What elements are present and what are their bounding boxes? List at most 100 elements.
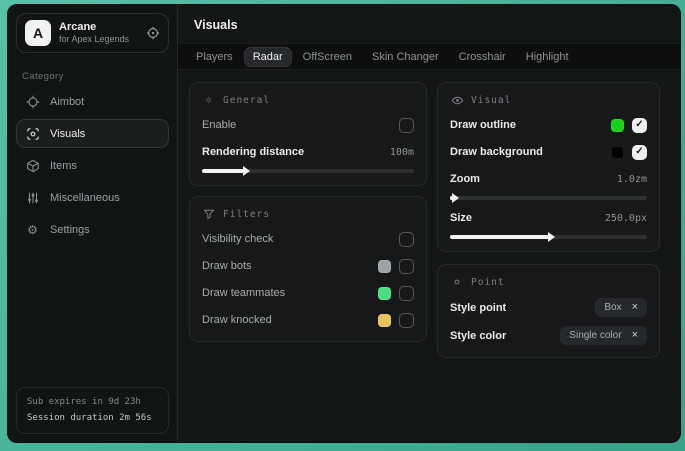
style-point-value: Box — [604, 302, 621, 313]
rendering-distance-label: Rendering distance — [202, 146, 304, 158]
sidebar-item-visuals[interactable]: Visuals — [16, 119, 169, 148]
draw-bots-checkbox[interactable] — [399, 259, 414, 274]
close-icon[interactable]: × — [632, 302, 638, 313]
slider-thumb[interactable] — [452, 193, 459, 203]
slider-fill — [450, 235, 549, 239]
draw-teammates-row: Draw teammates — [202, 284, 414, 302]
enable-label: Enable — [202, 119, 236, 131]
app-name: Arcane — [59, 21, 138, 35]
left-column: ☼ General Enable Rendering distance 100m — [189, 82, 427, 342]
slider-thumb[interactable] — [548, 232, 555, 242]
sidebar-item-label: Visuals — [50, 128, 85, 140]
app-subtitle: for Apex Legends — [59, 34, 138, 45]
visibility-check-label: Visibility check — [202, 233, 273, 245]
app-logo: A — [25, 20, 51, 46]
panel-title: Visual — [471, 95, 511, 106]
tab-players[interactable]: Players — [188, 48, 241, 66]
right-column: Visual Draw outline ✓ Draw background — [437, 82, 660, 358]
draw-outline-color-swatch[interactable] — [611, 119, 624, 132]
draw-knocked-checkbox[interactable] — [399, 313, 414, 328]
panel-title: Filters — [223, 209, 270, 220]
draw-knocked-row: Draw knocked — [202, 311, 414, 329]
check-icon: ✓ — [635, 120, 643, 130]
style-point-select[interactable]: Box × — [595, 298, 647, 317]
crosshair-icon — [25, 94, 40, 109]
funnel-icon — [202, 207, 216, 221]
point-panel-header: Point — [450, 275, 647, 289]
panels-area: ☼ General Enable Rendering distance 100m — [178, 70, 680, 370]
app-titles: Arcane for Apex Legends — [59, 21, 138, 46]
rendering-distance-row: Rendering distance 100m — [202, 143, 414, 161]
filters-panel: Filters Visibility check Draw bots — [189, 196, 427, 342]
slider-fill — [202, 169, 244, 173]
size-label: Size — [450, 212, 472, 224]
draw-bots-row: Draw bots — [202, 257, 414, 275]
size-value: 250.0px — [605, 213, 647, 224]
style-color-value: Single color — [569, 330, 621, 341]
filters-panel-header: Filters — [202, 207, 414, 221]
enable-row: Enable — [202, 116, 414, 134]
visual-panel-header: Visual — [450, 93, 647, 107]
draw-bots-color-swatch[interactable] — [378, 260, 391, 273]
app-window: A Arcane for Apex Legends Category — [7, 4, 681, 443]
draw-bots-label: Draw bots — [202, 260, 252, 272]
tab-crosshair[interactable]: Crosshair — [451, 48, 514, 66]
cube-icon — [25, 158, 40, 173]
page-title: Visuals — [178, 5, 680, 43]
visual-panel: Visual Draw outline ✓ Draw background — [437, 82, 660, 252]
general-panel: ☼ General Enable Rendering distance 100m — [189, 82, 427, 186]
sidebar-item-items[interactable]: Items — [16, 151, 169, 180]
draw-outline-checkbox[interactable]: ✓ — [632, 118, 647, 133]
sun-icon: ☼ — [202, 93, 216, 107]
draw-background-color-swatch[interactable] — [611, 146, 624, 159]
zoom-row: Zoom 1.0zm — [450, 170, 647, 188]
tab-skin-changer[interactable]: Skin Changer — [364, 48, 447, 66]
sidebar-item-label: Items — [50, 160, 77, 172]
sub-expiry-text: Sub expires in 9d 23h — [27, 395, 158, 410]
enable-checkbox[interactable] — [399, 118, 414, 133]
sidebar: A Arcane for Apex Legends Category — [8, 5, 178, 442]
size-slider[interactable] — [450, 235, 647, 239]
slider-fill — [450, 196, 453, 200]
close-icon[interactable]: × — [632, 330, 638, 341]
gear-icon: ⚙ — [25, 222, 40, 237]
sidebar-nav: Aimbot Visuals Items — [8, 86, 177, 245]
zoom-slider[interactable] — [450, 196, 647, 200]
draw-background-checkbox[interactable]: ✓ — [632, 145, 647, 160]
visibility-check-checkbox[interactable] — [399, 232, 414, 247]
general-panel-header: ☼ General — [202, 93, 414, 107]
sidebar-item-miscellaneous[interactable]: Miscellaneous — [16, 183, 169, 212]
zoom-label: Zoom — [450, 173, 480, 185]
check-icon: ✓ — [635, 147, 643, 157]
sidebar-item-settings[interactable]: ⚙ Settings — [16, 215, 169, 244]
eye-icon — [450, 93, 464, 107]
style-point-label: Style point — [450, 302, 506, 314]
session-info-box: Sub expires in 9d 23h Session duration 2… — [16, 387, 169, 434]
draw-teammates-checkbox[interactable] — [399, 286, 414, 301]
sidebar-item-label: Settings — [50, 224, 90, 236]
draw-teammates-color-swatch[interactable] — [378, 287, 391, 300]
tab-highlight[interactable]: Highlight — [518, 48, 577, 66]
size-row: Size 250.0px — [450, 209, 647, 227]
tab-offscreen[interactable]: OffScreen — [295, 48, 360, 66]
draw-knocked-label: Draw knocked — [202, 314, 272, 326]
style-color-select[interactable]: Single color × — [560, 326, 647, 345]
sidebar-item-aimbot[interactable]: Aimbot — [16, 87, 169, 116]
panel-title: General — [223, 95, 270, 106]
slider-thumb[interactable] — [243, 166, 250, 176]
style-color-row: Style color Single color × — [450, 326, 647, 345]
tab-radar[interactable]: Radar — [245, 48, 291, 66]
rendering-distance-slider[interactable] — [202, 169, 414, 173]
scope-icon[interactable] — [146, 26, 160, 40]
main-content: Visuals Players Radar OffScreen Skin Cha… — [178, 5, 680, 442]
sidebar-item-label: Miscellaneous — [50, 192, 120, 204]
app-header: A Arcane for Apex Legends — [16, 13, 169, 53]
point-panel: Point Style point Box × Style color Sing… — [437, 264, 660, 358]
sidebar-item-label: Aimbot — [50, 96, 84, 108]
draw-teammates-label: Draw teammates — [202, 287, 285, 299]
visibility-check-row: Visibility check — [202, 230, 414, 248]
category-label: Category — [22, 71, 163, 82]
dot-icon — [450, 275, 464, 289]
style-color-label: Style color — [450, 330, 506, 342]
draw-knocked-color-swatch[interactable] — [378, 314, 391, 327]
